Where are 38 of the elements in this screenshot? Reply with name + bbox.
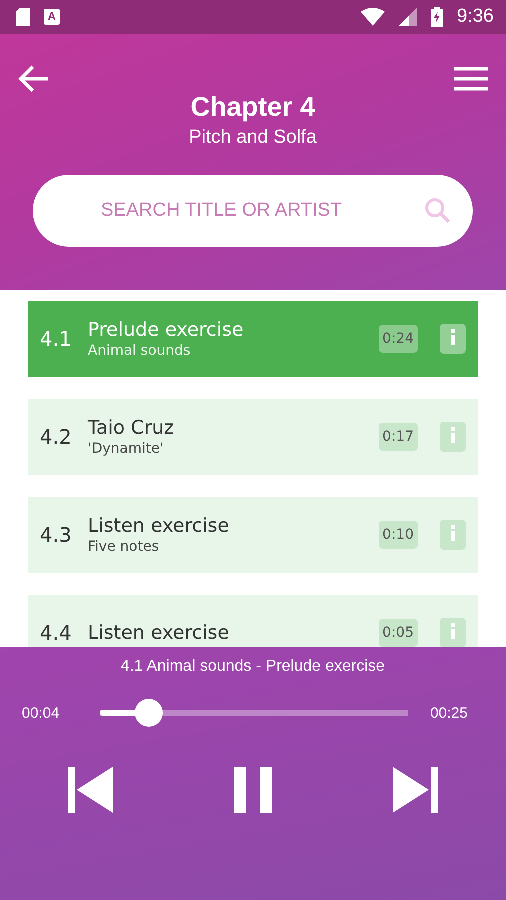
chapter-subtitle: Pitch and Solfa [189, 127, 317, 149]
info-icon [450, 329, 456, 345]
previous-icon[interactable] [68, 767, 114, 813]
track-subtitle: 'Dynamite' [88, 440, 165, 458]
wifi-icon [361, 8, 386, 26]
info-icon [450, 525, 456, 541]
track-subtitle: Animal sounds [88, 342, 192, 360]
duration-badge: 0:10 [378, 521, 418, 549]
seek-thumb[interactable] [135, 699, 164, 727]
track-title: Prelude exercise [88, 318, 245, 342]
signal-icon [399, 8, 418, 26]
battery-icon [431, 7, 444, 27]
track-title: Listen exercise [88, 622, 230, 644]
track-title: Taio Cruz [88, 416, 176, 440]
total-time: 00:25 [429, 704, 468, 722]
track-number: 4.4 [40, 621, 73, 645]
duration-badge: 0:24 [378, 325, 418, 353]
track-number: 4.3 [40, 523, 73, 547]
duration-badge: 0:05 [378, 619, 418, 647]
sd-card-icon [16, 8, 30, 26]
track-number: 4.1 [40, 327, 73, 351]
elapsed-time: 00:04 [22, 704, 61, 722]
track-subtitle: Five notes [88, 538, 160, 556]
track-row[interactable]: 4.4 Listen exercise 0:05 [28, 595, 478, 647]
info-icon [450, 623, 456, 639]
notification-icon: A [44, 9, 60, 25]
track-number: 4.2 [40, 425, 73, 449]
search-field[interactable]: SEARCH TITLE OR ARTIST [33, 175, 473, 247]
now-playing-title: 4.1 Animal sounds - Prelude exercise [120, 658, 386, 676]
info-icon [450, 427, 456, 443]
menu-icon[interactable] [454, 67, 488, 91]
duration-badge: 0:17 [378, 423, 418, 451]
chapter-title: Chapter 4 [190, 92, 316, 123]
pause-icon[interactable] [234, 767, 272, 813]
back-arrow-icon[interactable] [18, 65, 50, 93]
track-title: Listen exercise [88, 514, 230, 538]
clock-time: 9:36 [457, 6, 494, 28]
next-icon[interactable] [392, 767, 438, 813]
